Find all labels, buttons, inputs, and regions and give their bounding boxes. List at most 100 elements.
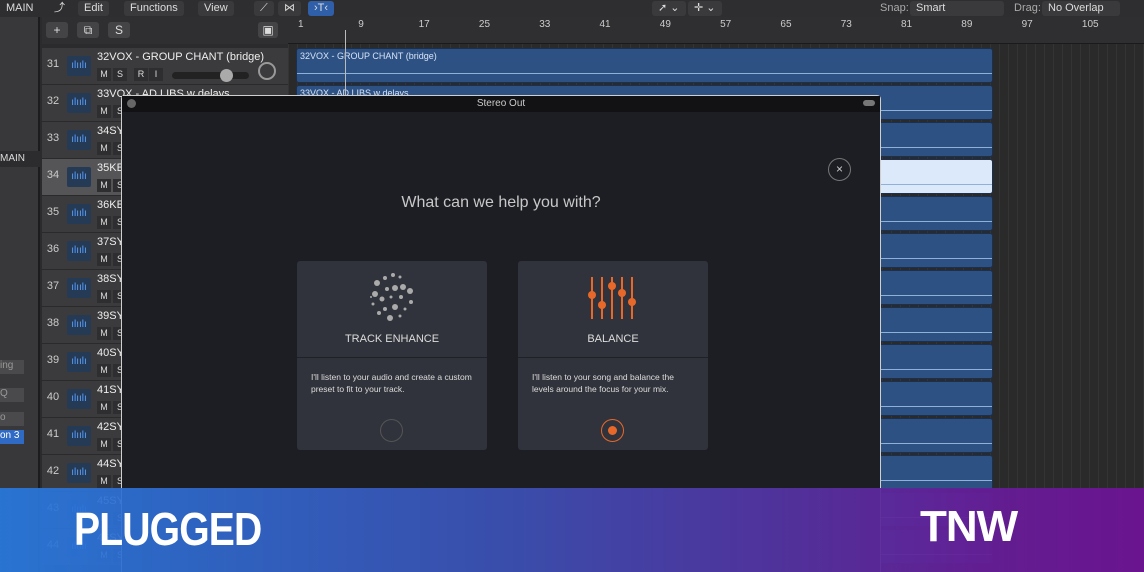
track-row[interactable]: 31 ılıılı 32VOX - GROUP CHANT (bridge) M… [42, 48, 288, 85]
pointer-tool-icon[interactable]: ➚ ⌄ [652, 1, 686, 16]
track-name: 41SY [97, 384, 124, 396]
track-name: 44SY [97, 458, 124, 470]
card-description: I'll listen to your audio and create a c… [311, 372, 472, 394]
ruler-tick: 97 [1021, 19, 1033, 30]
record-button[interactable]: R [134, 68, 148, 81]
window-resize-icon[interactable] [863, 100, 875, 106]
duplicate-track-icon[interactable]: ⧉ [77, 22, 99, 38]
ruler-tick: 41 [599, 19, 611, 30]
solo-button[interactable]: S [113, 68, 127, 81]
ruler-tick: 33 [539, 19, 551, 30]
audio-waveform-icon: ılıılı [67, 167, 91, 187]
collapse-icon[interactable]: ▣ [258, 22, 278, 38]
audio-waveform-icon: ılıılı [67, 352, 91, 372]
mute-button[interactable]: M [97, 438, 111, 451]
ruler-tick: 25 [478, 19, 491, 30]
inspector-title: MAIN [6, 2, 34, 14]
menu-functions[interactable]: Functions [124, 1, 184, 16]
audio-waveform-icon: ılıılı [67, 278, 91, 298]
mute-button[interactable]: M [97, 364, 111, 377]
ruler-tick: 1 [298, 19, 304, 30]
snap-label: Snap: [880, 2, 909, 14]
close-icon[interactable]: × [828, 158, 851, 181]
track-name: 37SY [97, 236, 124, 248]
card-divider [297, 357, 487, 358]
back-arrow-icon[interactable]: ⤴ [48, 1, 71, 16]
mute-button[interactable]: M [97, 105, 111, 118]
automation-icon[interactable]: ⟋ [254, 1, 274, 16]
modal-heading: What can we help you with? [401, 194, 601, 211]
snap-select[interactable]: Smart [910, 1, 1004, 16]
plugged-logo: PLUGGED [74, 503, 262, 555]
track-name: 40SY [97, 347, 124, 359]
track-enhance-radio[interactable] [380, 419, 403, 442]
balance-radio-selected[interactable] [601, 419, 624, 442]
ruler-tick: 57 [720, 19, 732, 30]
ruler-tick: 9 [358, 19, 364, 30]
card-description: I'll listen to your song and balance the… [532, 372, 674, 394]
track-number: 37 [46, 280, 60, 292]
track-number: 38 [46, 317, 60, 329]
track-enhance-card[interactable]: TRACK ENHANCE I'll listen to your audio … [297, 261, 487, 450]
balance-card[interactable]: BALANCE I'll listen to your song and bal… [518, 261, 708, 450]
pan-knob[interactable] [258, 62, 276, 80]
inspector-item-selected[interactable]: on 3 [0, 430, 24, 444]
inspector-item[interactable]: o [0, 412, 24, 426]
mute-button[interactable]: M [97, 327, 111, 340]
sliders-icon [588, 277, 636, 319]
mute-button[interactable]: M [97, 216, 111, 229]
track-number: 34 [46, 169, 60, 181]
track-number: 40 [46, 391, 60, 403]
menu-edit[interactable]: Edit [78, 1, 109, 16]
bar-ruler[interactable]: 1 9 17 25 33 41 49 57 65 73 81 89 97 105 [288, 17, 1144, 44]
track-name: 38SY [97, 273, 124, 285]
track-name: 34SY [97, 125, 124, 137]
audio-waveform-icon: ılıılı [67, 241, 91, 261]
audio-region[interactable]: 32VOX - GROUP CHANT (bridge) [296, 48, 993, 83]
add-track-button[interactable]: + [46, 22, 68, 38]
track-number: 33 [46, 132, 60, 144]
mute-button[interactable]: M [97, 290, 111, 303]
inspector-item[interactable]: Q [0, 388, 24, 402]
audio-waveform-icon: ılıılı [67, 56, 91, 76]
menu-view[interactable]: View [198, 1, 234, 16]
mute-button[interactable]: M [97, 253, 111, 266]
drag-select[interactable]: No Overlap [1042, 1, 1120, 16]
audio-waveform-icon: ılıılı [67, 389, 91, 409]
card-divider [518, 357, 708, 358]
track-name: 32VOX - GROUP CHANT (bridge) [97, 51, 265, 63]
flex-icon[interactable]: ⋈ [278, 1, 301, 16]
audio-waveform-icon: ılıılı [67, 463, 91, 483]
ruler-tick: 81 [901, 19, 913, 30]
region-label: 32VOX - GROUP CHANT (bridge) [300, 51, 437, 61]
ruler-tick: 65 [780, 19, 792, 30]
mute-button[interactable]: M [97, 142, 111, 155]
track-name: 39SY [97, 310, 124, 322]
volume-slider[interactable] [172, 69, 249, 82]
window-title: Stereo Out [122, 96, 880, 112]
track-number: 39 [46, 354, 60, 366]
marquee-tool-icon[interactable]: ✛ ⌄ [688, 1, 722, 16]
ruler-tick: 49 [659, 19, 671, 30]
track-number: 31 [46, 58, 60, 70]
plugged-tnw-banner: PLUGGED TNW [0, 488, 1144, 572]
mute-button[interactable]: M [97, 68, 111, 81]
mute-button[interactable]: M [97, 475, 111, 488]
ruler-tick: 17 [418, 19, 430, 30]
audio-waveform-icon: ılıılı [67, 130, 91, 150]
mute-button[interactable]: M [97, 179, 111, 192]
catch-icon[interactable]: ›T‹ [308, 1, 335, 16]
audio-waveform-icon: ılıılı [67, 426, 91, 446]
global-solo-button[interactable]: S [108, 22, 130, 38]
mute-button[interactable]: M [97, 401, 111, 414]
input-monitor-button[interactable]: I [149, 68, 163, 81]
track-name: 42SY [97, 421, 124, 433]
ruler-tick: 105 [1081, 19, 1099, 30]
track-header-bar: + ⧉ S ▣ [42, 17, 288, 44]
track-number: 32 [46, 95, 60, 107]
track-number: 36 [46, 243, 60, 255]
card-title: TRACK ENHANCE [344, 333, 440, 345]
window-close-icon[interactable] [127, 99, 136, 108]
ruler-tick: 73 [840, 19, 852, 30]
inspector-item[interactable]: ing [0, 360, 24, 374]
